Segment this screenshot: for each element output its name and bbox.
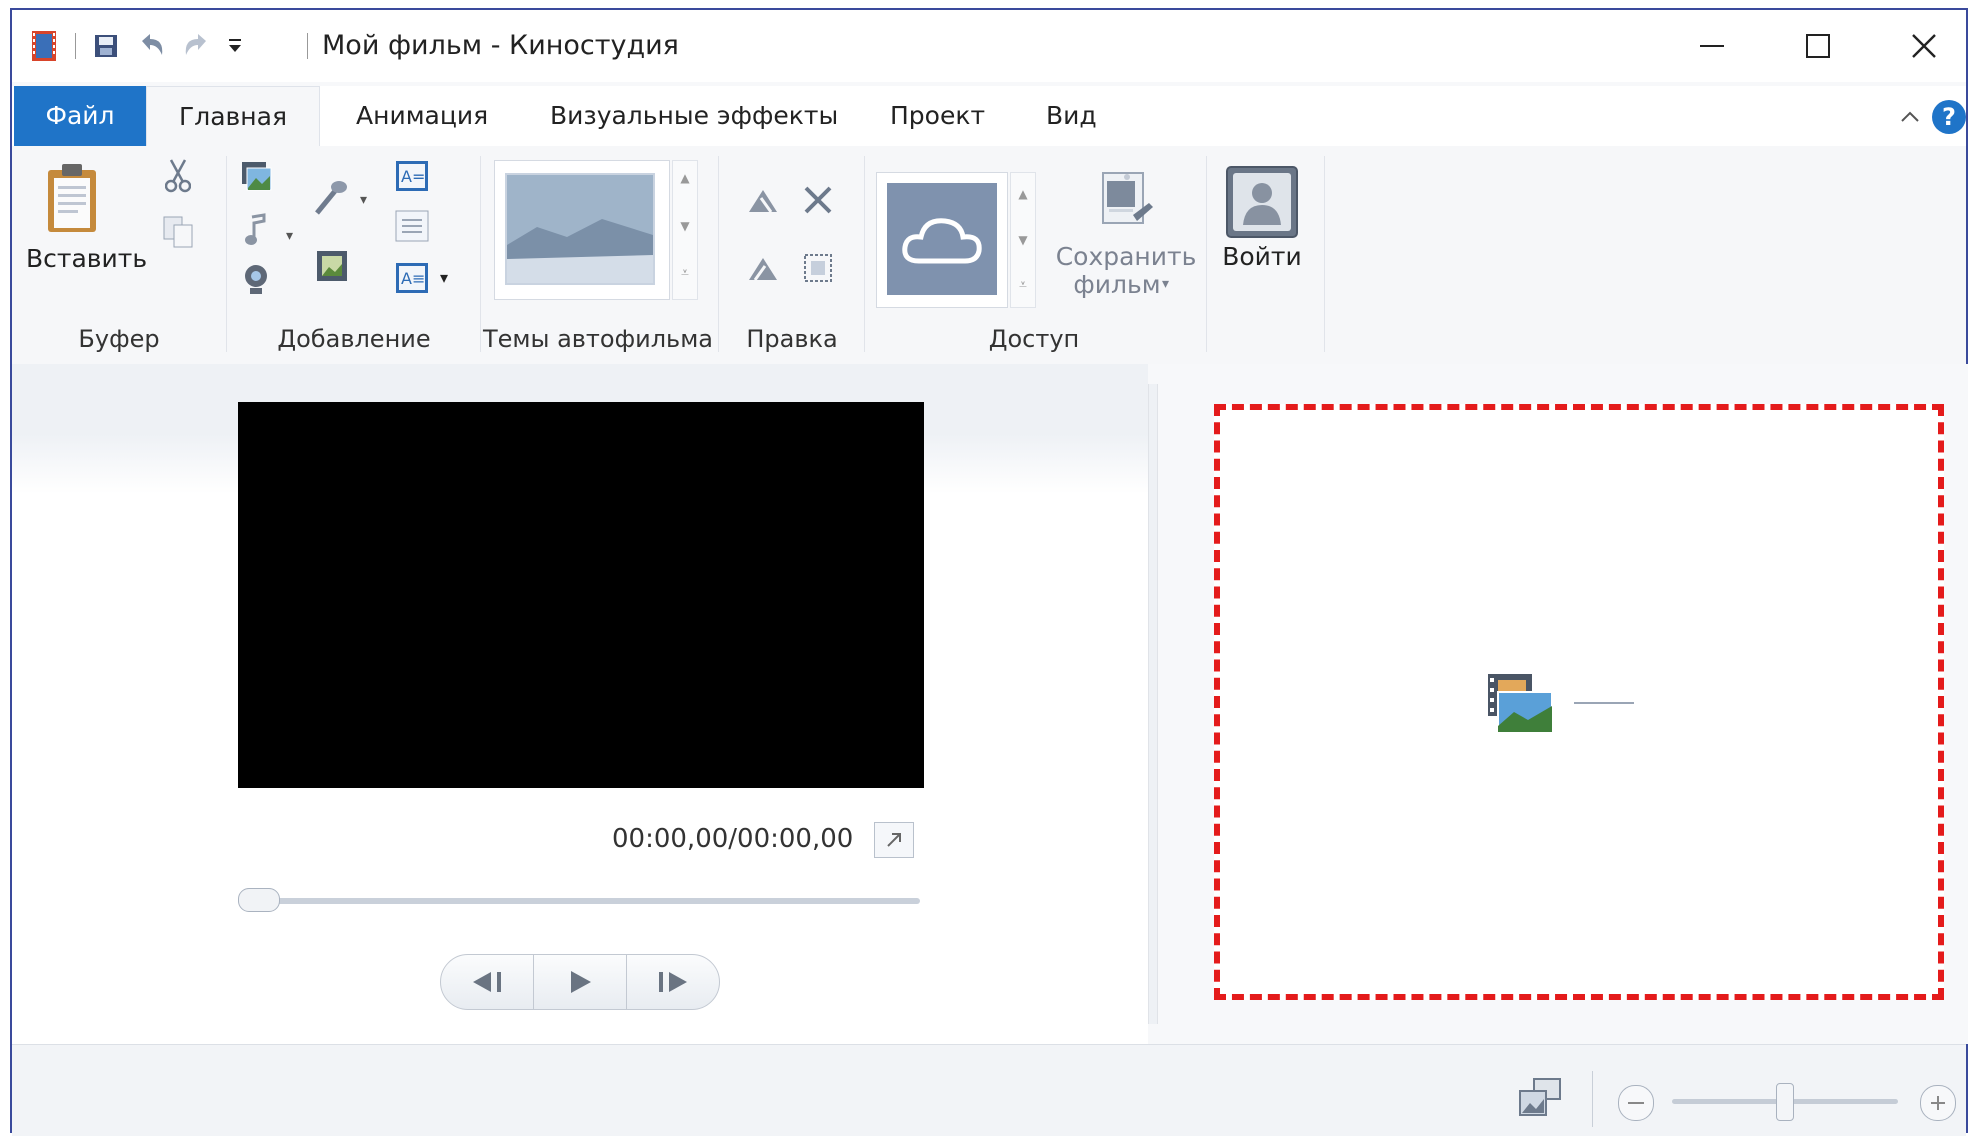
pane-splitter[interactable]	[1148, 384, 1158, 1024]
gallery-expand-icon[interactable]: ⩡	[1011, 277, 1035, 293]
group-separator	[226, 156, 227, 352]
caption-icon[interactable]	[392, 206, 432, 246]
onedrive-icon[interactable]	[887, 183, 997, 295]
gallery-expand-icon[interactable]: ⩡	[673, 265, 697, 281]
tab-view[interactable]: Вид	[1022, 86, 1121, 146]
preview-pane: 00:00,00/00:00,00	[12, 364, 1148, 1044]
save-movie-button[interactable]: Сохранить	[1048, 242, 1204, 272]
title-separator	[302, 28, 312, 64]
tab-visual-effects[interactable]: Визуальные эффекты	[526, 86, 862, 146]
group-separator	[718, 156, 719, 352]
help-icon[interactable]: ?	[1932, 100, 1966, 134]
group-separator	[1324, 156, 1325, 352]
add-music-dropdown-icon[interactable]: ▾	[286, 228, 293, 244]
tab-file[interactable]: Файл	[14, 86, 146, 146]
svg-text:A=: A=	[401, 167, 425, 186]
group-share-label: Доступ	[988, 325, 1080, 353]
group-clipboard-label: Буфер	[78, 325, 160, 353]
tab-animation[interactable]: Анимация	[332, 86, 512, 146]
save-movie-icon[interactable]	[1090, 168, 1160, 234]
rotate-right-icon[interactable]	[742, 248, 786, 288]
status-separator	[1592, 1071, 1593, 1127]
group-edit-label: Правка	[746, 325, 838, 353]
tab-project[interactable]: Проект	[866, 86, 1009, 146]
user-avatar-icon[interactable]	[1224, 164, 1300, 240]
save-icon[interactable]	[88, 28, 124, 64]
app-window: Мой фильм - Киностудия Файл Главная Аним…	[10, 8, 1968, 1136]
add-music-icon[interactable]	[238, 210, 274, 250]
previous-frame-button[interactable]	[441, 955, 534, 1009]
maximize-button[interactable]	[1768, 16, 1868, 76]
customize-toolbar-icon[interactable]	[220, 28, 250, 64]
ribbon: Вставить Буфер ▾ ▾ A= A≡ ▾ Добавление ▲ …	[12, 146, 1966, 365]
tab-home[interactable]: Главная	[146, 86, 320, 147]
narration-icon[interactable]	[308, 174, 358, 220]
playback-controls	[440, 954, 720, 1010]
theme-thumbnail[interactable]	[505, 173, 655, 285]
snapshot-icon[interactable]	[312, 246, 352, 286]
add-video-photo-icon[interactable]	[236, 158, 276, 194]
video-preview[interactable]	[238, 402, 924, 788]
scroll-up-icon[interactable]: ▲	[1011, 187, 1035, 201]
rotate-left-icon[interactable]	[742, 180, 786, 220]
cut-icon[interactable]	[158, 156, 198, 196]
theme-gallery-scroll[interactable]: ▲ ▼ ⩡	[672, 160, 698, 300]
scroll-down-icon[interactable]: ▼	[1011, 233, 1035, 247]
credits-dropdown-icon[interactable]: ▾	[440, 268, 448, 287]
zoom-out-button[interactable]	[1618, 1085, 1654, 1121]
fullscreen-preview-icon[interactable]	[874, 822, 914, 858]
title-bar: Мой фильм - Киностудия	[12, 10, 1966, 82]
group-separator	[1206, 156, 1207, 352]
add-media-icon[interactable]	[1484, 670, 1658, 740]
redo-icon[interactable]	[176, 28, 216, 64]
zoom-in-button[interactable]	[1920, 1085, 1956, 1121]
collapse-ribbon-icon[interactable]	[1894, 100, 1926, 132]
select-all-icon[interactable]	[796, 248, 840, 288]
automovie-theme-gallery[interactable]	[494, 160, 670, 300]
seek-track[interactable]	[238, 898, 920, 904]
narration-dropdown-icon[interactable]: ▾	[360, 192, 367, 208]
close-button[interactable]	[1874, 16, 1974, 76]
next-frame-button[interactable]	[627, 955, 719, 1009]
paste-button[interactable]: Вставить	[26, 244, 147, 274]
thumbnail-size-icon[interactable]	[1516, 1077, 1566, 1123]
seek-thumb[interactable]	[238, 888, 280, 912]
zoom-thumb[interactable]	[1776, 1083, 1794, 1121]
group-themes-label: Темы автофильма	[482, 325, 714, 353]
play-button[interactable]	[534, 955, 627, 1009]
share-gallery[interactable]	[876, 172, 1008, 308]
copy-icon[interactable]	[158, 212, 198, 252]
workspace: 00:00,00/00:00,00	[12, 364, 1968, 1044]
storyboard-placeholder	[1484, 670, 1658, 740]
minimize-button[interactable]	[1662, 16, 1762, 76]
share-gallery-scroll[interactable]: ▲ ▼ ⩡	[1010, 172, 1036, 308]
storyboard-pane	[1158, 364, 1968, 1044]
paste-icon[interactable]	[42, 160, 102, 238]
delete-icon[interactable]	[796, 180, 840, 220]
credits-icon[interactable]: A≡	[392, 258, 432, 298]
save-movie-dropdown-icon[interactable]: ▾	[1162, 276, 1169, 292]
ribbon-tabs: Файл Главная Анимация Визуальные эффекты…	[12, 86, 1966, 147]
storyboard-area[interactable]	[1214, 404, 1944, 1000]
sign-in-button[interactable]: Войти	[1208, 242, 1316, 272]
scroll-down-icon[interactable]: ▼	[673, 219, 697, 233]
app-icon[interactable]	[26, 28, 62, 64]
qa-separator	[70, 28, 80, 64]
title-icon[interactable]: A=	[392, 156, 432, 196]
undo-icon[interactable]	[132, 28, 172, 64]
scroll-up-icon[interactable]: ▲	[673, 171, 697, 185]
playback-time: 00:00,00/00:00,00	[612, 824, 854, 854]
svg-text:A≡: A≡	[401, 269, 425, 288]
status-bar	[12, 1044, 1966, 1136]
webcam-icon[interactable]	[238, 260, 274, 300]
group-add-label: Добавление	[277, 325, 431, 353]
window-title: Мой фильм - Киностудия	[322, 30, 679, 61]
